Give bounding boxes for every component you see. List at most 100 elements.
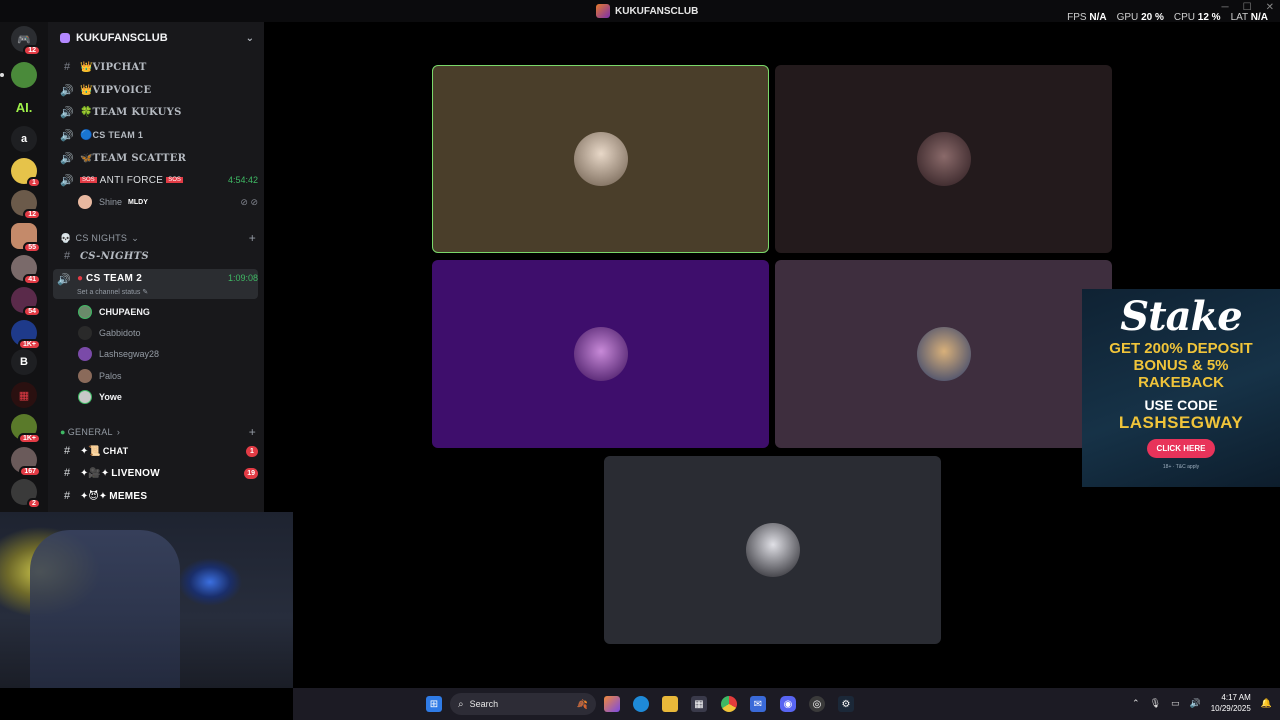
- server-header[interactable]: KUKUFANSCLUB ⌄: [48, 22, 264, 54]
- channel-chat[interactable]: # ✦📜 CHAT 1: [56, 441, 258, 461]
- sponsor-ad[interactable]: Stake GET 200% DEPOSIT BONUS & 5% RAKEBA…: [1082, 289, 1280, 487]
- sos-icon: SOS: [80, 177, 97, 183]
- channel-cs-team-2[interactable]: 🔊 ● CS TEAM 2 1:09:08 Set a channel stat…: [53, 269, 258, 299]
- add-channel-icon[interactable]: +: [249, 425, 256, 439]
- channel-team-scatter[interactable]: 🔊 🦋 TEAM SCATTER: [56, 148, 258, 168]
- ad-headline: RAKEBACK: [1138, 374, 1224, 391]
- channel-call-timer: 4:54:42: [227, 175, 258, 185]
- server-girl-icon[interactable]: 55: [11, 223, 41, 253]
- video-tile[interactable]: [604, 456, 941, 644]
- direct-messages-icon[interactable]: 🎮 12: [11, 26, 41, 56]
- server-tgl-icon[interactable]: 1K+: [11, 320, 41, 350]
- file-explorer-icon[interactable]: [662, 696, 678, 712]
- ad-click-here-button[interactable]: CLICK HERE: [1146, 439, 1216, 458]
- hash-icon: #: [63, 61, 71, 73]
- red-circle-icon: ●: [77, 273, 84, 284]
- unread-badge: 1K+: [17, 433, 41, 444]
- microphone-icon[interactable]: 🎙: [1150, 698, 1161, 709]
- voice-member-shine[interactable]: Shine MLDY ⊘ ⊘: [78, 193, 258, 211]
- search-highlight-icon: 🍂: [576, 698, 588, 709]
- avatar: [573, 327, 628, 381]
- add-channel-icon[interactable]: +: [249, 231, 256, 245]
- discord-icon[interactable]: ◉: [780, 696, 796, 712]
- avatar: [78, 390, 92, 404]
- channel-livenow[interactable]: # ✦🎥✦ LIVENOW 19: [56, 463, 258, 483]
- taskbar-search[interactable]: ⌕ Search 🍂: [450, 693, 596, 715]
- channel-cs-team-1[interactable]: 🔊 🔵 CS TEAM 1: [56, 125, 258, 145]
- chevron-up-icon[interactable]: ⌃: [1132, 698, 1140, 709]
- obs-icon[interactable]: ◎: [809, 696, 825, 712]
- server-voice-icon[interactable]: 2: [11, 479, 41, 509]
- stat-cpu: CPU 12 %: [1173, 12, 1221, 23]
- server-guy-icon[interactable]: 41: [11, 255, 41, 285]
- video-tile[interactable]: [775, 260, 1112, 448]
- server-colorful-icon[interactable]: 1K+: [11, 414, 41, 444]
- channel-memes[interactable]: # ✦😈✦ MEMES: [56, 486, 258, 506]
- server-monday-icon[interactable]: 12: [11, 190, 41, 220]
- store-icon[interactable]: ▦: [691, 696, 707, 712]
- video-tile[interactable]: [432, 260, 769, 448]
- speaker-icon: 🔊: [60, 152, 74, 165]
- server-b-icon[interactable]: B: [11, 349, 37, 375]
- member-name: Lashsegway28: [99, 349, 160, 359]
- server-anime-icon[interactable]: 54: [11, 287, 41, 317]
- chrome-icon[interactable]: [721, 696, 737, 712]
- muted-deafened-icon: ⊘ ⊘: [240, 196, 258, 207]
- channel-cs-nights[interactable]: # CS-NIGHTS: [56, 246, 258, 266]
- channel-vipchat[interactable]: # 👑 VIPCHAT: [56, 57, 258, 77]
- voice-member[interactable]: Yowe: [78, 388, 258, 406]
- voice-member[interactable]: CHUPAENG: [78, 303, 258, 321]
- server-pepe-icon[interactable]: [0, 62, 37, 88]
- member-name: Yowe: [99, 392, 122, 402]
- member-tag: MLDY: [128, 198, 148, 206]
- video-tile-speaking[interactable]: [432, 65, 769, 253]
- voice-member[interactable]: Palos: [78, 367, 258, 385]
- voice-member[interactable]: Gabbidoto: [78, 324, 258, 342]
- channel-emoji: 👑: [80, 84, 93, 96]
- chevron-down-icon[interactable]: ⌄: [246, 33, 254, 44]
- edge-icon[interactable]: [633, 696, 649, 712]
- channel-anti-force[interactable]: 🔊 SOS ANTI FORCE SOS 4:54:42: [56, 170, 258, 190]
- server-tgl-red-icon[interactable]: ▦: [11, 382, 37, 408]
- ad-promo-code: LASHSEGWAY: [1118, 413, 1244, 432]
- volume-icon[interactable]: 🔊: [1190, 698, 1201, 709]
- category-label: CS NIGHTS: [75, 233, 128, 243]
- avatar: [78, 195, 92, 209]
- ad-headline: GET 200% DEPOSIT: [1109, 340, 1253, 357]
- video-tile[interactable]: [775, 65, 1112, 253]
- channel-emoji: 🦋: [80, 152, 93, 164]
- channel-status[interactable]: Set a channel status ✎: [77, 288, 148, 296]
- clock[interactable]: 4:17 AM 10/29/2025: [1211, 692, 1251, 714]
- category-general[interactable]: ● GENERAL › +: [60, 425, 256, 439]
- category-cs-nights[interactable]: 💀 CS NIGHTS ⌄ +: [60, 231, 256, 245]
- member-name: Gabbidoto: [99, 328, 141, 338]
- network-icon[interactable]: ▭: [1171, 698, 1180, 709]
- server-ai-icon[interactable]: AI.: [11, 94, 37, 120]
- unread-badge: 2: [27, 498, 41, 509]
- server-pikachu-icon[interactable]: 1: [11, 158, 41, 188]
- speaker-icon: 🔊: [60, 129, 74, 142]
- windows-start-icon[interactable]: ⊞: [426, 696, 442, 712]
- channel-team-kukuys[interactable]: 🔊 🍀 TEAM KUKUYS: [56, 102, 258, 122]
- mention-badge: 1: [246, 445, 258, 457]
- search-icon: ⌕: [458, 698, 464, 710]
- category-label: GENERAL: [67, 427, 113, 437]
- mail-icon[interactable]: ✉: [750, 696, 766, 712]
- hash-icon: #: [63, 490, 71, 502]
- taskbar: ⊞ ⌕ Search 🍂 ▦ ✉ ◉ ◎ ⚙ ⌃ 🎙 ▭ 🔊 4:17 AM 1…: [293, 688, 1280, 720]
- channel-label: VIPVOICE: [92, 84, 152, 96]
- stat-gpu: GPU 20 %: [1116, 12, 1164, 23]
- server-a-icon[interactable]: a: [11, 126, 37, 152]
- unread-badge: 41: [23, 274, 41, 285]
- channel-label: CS-NIGHTS: [80, 250, 149, 262]
- notifications-icon[interactable]: 🔔: [1261, 698, 1272, 709]
- performance-overlay: FPS N/A GPU 20 % CPU 12 % LAT N/A: [1067, 12, 1268, 23]
- hash-icon: #: [63, 467, 71, 479]
- steam-icon[interactable]: ⚙: [838, 696, 854, 712]
- copilot-icon[interactable]: [604, 696, 620, 712]
- server-avs-icon[interactable]: 167: [11, 447, 41, 477]
- system-tray: ⌃ 🎙 ▭ 🔊 4:17 AM 10/29/2025 🔔: [1132, 692, 1272, 714]
- channel-vipvoice[interactable]: 🔊 👑 VIPVOICE: [56, 80, 258, 100]
- green-circle-icon: ●: [60, 427, 66, 437]
- voice-member[interactable]: Lashsegway28: [78, 345, 258, 363]
